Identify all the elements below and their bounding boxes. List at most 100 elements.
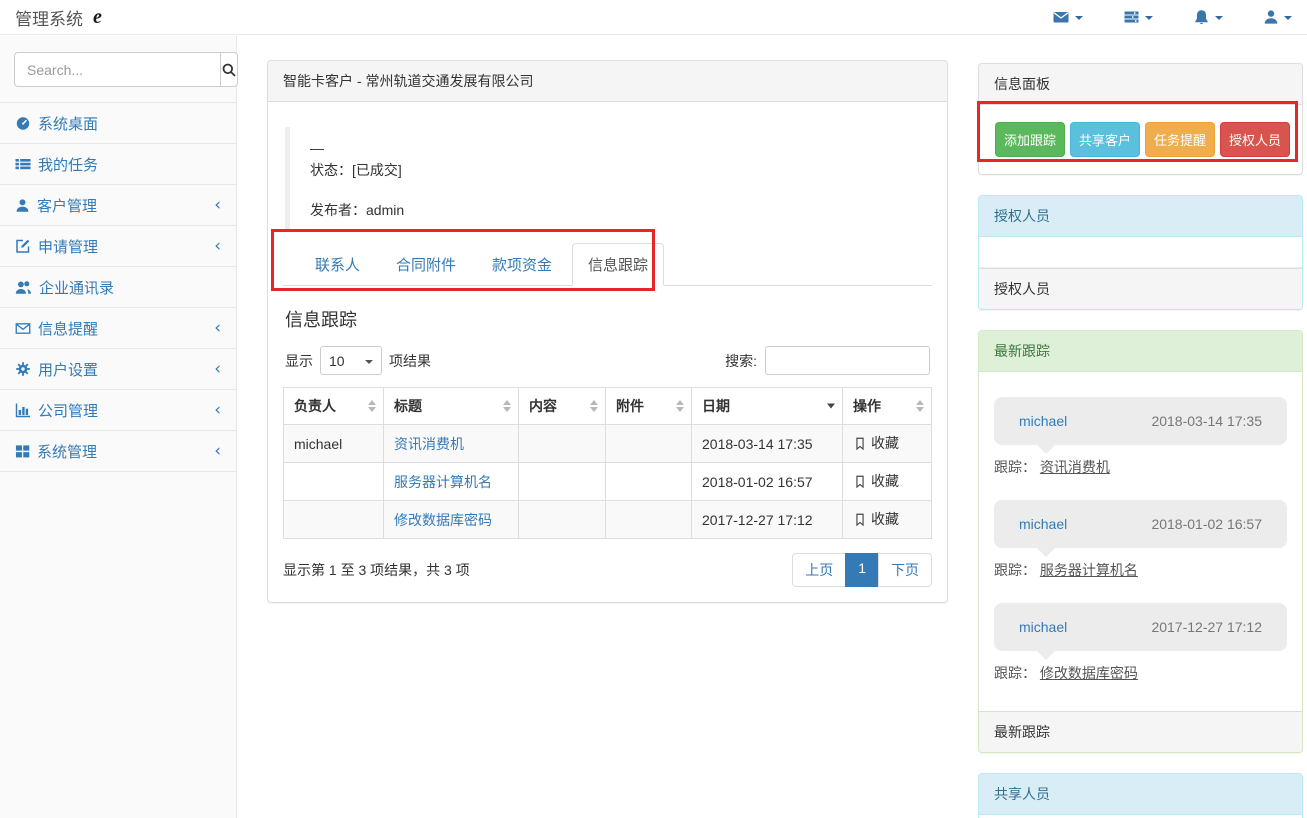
table-row: 服务器计算机名 2018-01-02 16:57 收藏 [284,463,932,501]
pagination-page-1[interactable]: 1 [845,553,879,587]
col-action[interactable]: 操作 [843,388,932,425]
length-prefix-label: 显示 [285,351,313,371]
notifications-dropdown[interactable] [1193,5,1223,30]
task-reminder-button[interactable]: 任务提醒 [1145,122,1215,157]
col-content[interactable]: 内容 [519,388,606,425]
timestamp: 2017-12-27 17:12 [1151,619,1262,635]
tab-label[interactable]: 合同附件 [380,243,472,286]
col-owner[interactable]: 负责人 [284,388,384,425]
add-tracking-button[interactable]: 添加跟踪 [995,122,1065,157]
cell-date: 2018-03-14 17:35 [692,425,843,463]
col-date[interactable]: 日期 [692,388,843,425]
tracking-link[interactable]: 修改数据库密码 [1040,665,1138,681]
favorite-button[interactable]: 收藏 [853,471,899,491]
tracking-link[interactable]: 资讯消费机 [1040,459,1110,475]
pagination-next[interactable]: 下页 [878,553,932,587]
cell-attachment [606,425,692,463]
quote-publisher: 发布者：admin [310,199,912,221]
sidebar-item-label: 我的任务 [38,154,98,175]
favorite-button[interactable]: 收藏 [853,509,899,529]
grid-icon [15,444,30,459]
table-search-input[interactable] [765,346,930,375]
sidebar-item-system-desktop[interactable]: 系统桌面 [0,103,236,144]
user-dropdown[interactable] [1263,5,1292,29]
timestamp: 2018-01-02 16:57 [1151,516,1262,532]
tracking-link[interactable]: 服务器计算机名 [1040,562,1138,578]
tab-info-tracking[interactable]: 信息跟踪 [572,243,664,286]
tracking-title-link[interactable]: 修改数据库密码 [394,512,492,528]
sidebar-item-my-tasks[interactable]: 我的任务 [0,144,236,185]
sidebar-item-system-mgmt[interactable]: 系统管理 ‹ [0,431,236,472]
envelope-icon [15,321,31,336]
authorized-staff-button[interactable]: 授权人员 [1220,122,1290,157]
navbar-actions [1012,5,1292,30]
dashboard-icon [15,115,31,131]
tab-contract-attachments[interactable]: 合同附件 [380,243,472,286]
bubble-tail [1037,445,1055,454]
user-link[interactable]: michael [1019,413,1067,429]
bubble-tail [1037,548,1055,557]
col-title[interactable]: 标题 [384,388,519,425]
page-length-select[interactable]: 10 [320,346,382,375]
sidebar-item-application-mgmt[interactable]: 申请管理 ‹ [0,226,236,267]
sidebar-item-label: 客户管理 [37,195,97,216]
quote-dash: — [310,137,912,159]
page-length-value: 10 [329,353,345,369]
sidebar-item-label: 系统管理 [37,441,97,462]
tab-payment-funds[interactable]: 款项资金 [476,243,568,286]
chevron-left-icon: ‹ [214,197,221,214]
edit-icon [15,238,31,254]
search-icon [221,62,237,78]
chevron-left-icon: ‹ [214,238,221,255]
table-header-row: 负责人 标题 内容 附件 日期 操作 [284,388,932,425]
bubble-tail [1037,651,1055,660]
tracking-label: 跟踪： [994,665,1036,681]
customer-detail-panel: 智能卡客户 - 常州轨道交通发展有限公司 — 状态：[已成交] 发布者：admi… [267,60,948,603]
bookmark-icon [853,436,867,451]
chevron-left-icon: ‹ [214,361,221,378]
tab-contacts[interactable]: 联系人 [299,243,376,286]
tab-label[interactable]: 联系人 [299,243,376,286]
table-search-label: 搜索: [725,351,757,371]
authorized-panel-footer: 授权人员 [979,268,1302,309]
pagination-prev[interactable]: 上页 [792,553,846,587]
bell-icon [1193,9,1210,26]
share-customer-button[interactable]: 共享客户 [1070,122,1140,157]
sidebar-item-company-contacts[interactable]: 企业通讯录 [0,267,236,308]
sidebar-item-user-settings[interactable]: 用户设置 ‹ [0,349,236,390]
sidebar-item-label: 公司管理 [38,400,98,421]
sidebar-item-message-reminder[interactable]: 信息提醒 ‹ [0,308,236,349]
sidebar-item-customer-mgmt[interactable]: 客户管理 ‹ [0,185,236,226]
messages-dropdown[interactable] [1052,5,1083,29]
cell-content [519,425,606,463]
search-input[interactable] [14,52,220,87]
cell-attachment [606,463,692,501]
tab-label[interactable]: 信息跟踪 [572,243,664,286]
tracking-title-link[interactable]: 服务器计算机名 [394,474,492,490]
caret-down-icon [365,360,373,364]
tab-label[interactable]: 款项资金 [476,243,568,286]
app-title: 管理系统 [15,5,83,30]
tasks-dropdown[interactable] [1123,5,1153,29]
cell-owner [284,501,384,539]
ie-icon: e [93,7,102,27]
favorite-button[interactable]: 收藏 [853,433,899,453]
col-attachment[interactable]: 附件 [606,388,692,425]
sidebar-item-company-mgmt[interactable]: 公司管理 ‹ [0,390,236,431]
chevron-left-icon: ‹ [214,402,221,419]
list-item: michael 2018-01-02 16:57 跟踪： 服务器计算机名 [994,500,1287,580]
pagination: 上页 1 下页 [792,553,932,587]
tracking-bubble: michael 2017-12-27 17:12 [994,603,1287,651]
info-panel-title: 信息面板 [979,64,1302,105]
tracking-table: 负责人 标题 内容 附件 日期 操作 michael 资讯消费机 2018-03… [283,387,932,539]
search-button[interactable] [220,52,238,87]
sort-icon [503,400,511,412]
user-link[interactable]: michael [1019,516,1067,532]
latest-panel-footer: 最新跟踪 [979,711,1302,752]
chevron-left-icon: ‹ [214,443,221,460]
user-link[interactable]: michael [1019,619,1067,635]
tracking-title-link[interactable]: 资讯消费机 [394,436,464,452]
authorized-panel-title: 授权人员 [979,196,1302,237]
sidebar-search [14,52,222,87]
caret-down-icon [1145,16,1153,20]
